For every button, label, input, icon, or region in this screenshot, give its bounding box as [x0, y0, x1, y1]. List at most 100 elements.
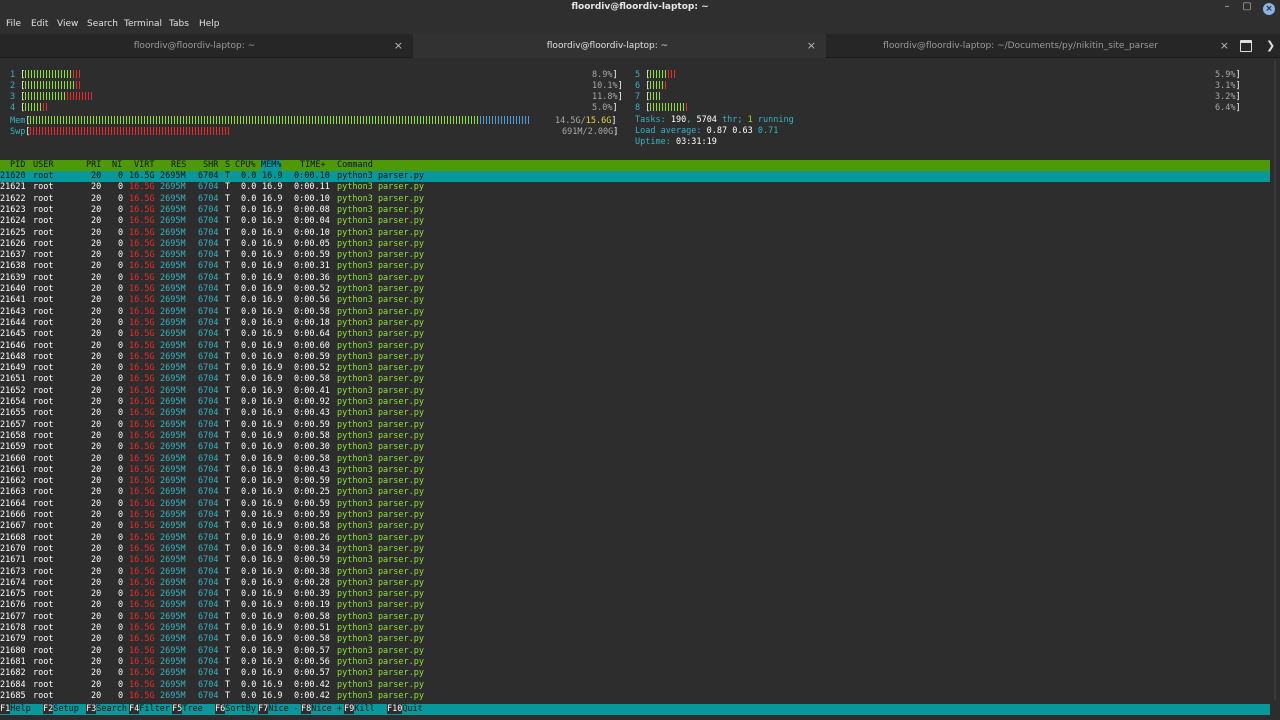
process-row[interactable]: 21640 root 20 0 16.5G 2695M 6704 T 0.0 16.9 0:00.5… — [0, 284, 1270, 295]
pid-cell: 21648 — [0, 351, 26, 362]
process-row[interactable]: 21674 root 20 0 16.5G 2695M 6704 T 0.0 16.9 0:00.2… — [0, 578, 1270, 589]
col-ni[interactable]: NI — [112, 160, 122, 171]
col-pid[interactable]: PID — [10, 160, 25, 171]
col-virt[interactable]: VIRT — [134, 160, 154, 171]
process-row[interactable]: 21658 root 20 0 16.5G 2695M 6704 T 0.0 16.9 0:00.5… — [0, 431, 1270, 442]
process-row[interactable]: 21638 root 20 0 16.5G 2695M 6704 T 0.0 16.9 0:00.3… — [0, 261, 1270, 272]
process-row[interactable]: 21670 root 20 0 16.5G 2695M 6704 T 0.0 16.9 0:00.3… — [0, 544, 1270, 555]
menu-file[interactable]: File — [6, 19, 21, 29]
tab-parser[interactable]: floordiv@floordiv-laptop: ~/Documents/py… — [826, 34, 1239, 58]
process-row[interactable]: 21671 root 20 0 16.5G 2695M 6704 T 0.0 16.9 0:00.5… — [0, 555, 1270, 566]
process-row[interactable]: 21668 root 20 0 16.5G 2695M 6704 T 0.0 16.9 0:00.2… — [0, 533, 1270, 544]
cpu-bar-user — [650, 81, 666, 89]
process-row[interactable]: 21622 root 20 0 16.5G 2695M 6704 T 0.0 16.9 0:00.1… — [0, 194, 1270, 205]
tab-home-2[interactable]: floordiv@floordiv-laptop: ~ × — [413, 34, 826, 58]
cpu-meter: 3 [ — [10, 92, 95, 102]
process-row[interactable]: 21641 root 20 0 16.5G 2695M 6704 T 0.0 16.9 0:00.5… — [0, 295, 1270, 306]
fkey-kill[interactable]: F9Kill — [344, 704, 375, 715]
process-row[interactable]: 21646 root 20 0 16.5G 2695M 6704 T 0.0 16.9 0:00.6… — [0, 341, 1270, 352]
process-row[interactable]: 21677 root 20 0 16.5G 2695M 6704 T 0.0 16.9 0:00.5… — [0, 612, 1270, 623]
process-row[interactable]: 21675 root 20 0 16.5G 2695M 6704 T 0.0 16.9 0:00.3… — [0, 589, 1270, 600]
menu-view[interactable]: View — [57, 19, 78, 29]
process-row[interactable]: 21681 root 20 0 16.5G 2695M 6704 T 0.0 16.9 0:00.5… — [0, 657, 1270, 668]
new-tab-icon[interactable] — [1240, 40, 1252, 52]
col-time[interactable]: TIME+ — [300, 160, 326, 171]
process-row[interactable]: 21621 root 20 0 16.5G 2695M 6704 T 0.0 16.9 0:00.1… — [0, 182, 1270, 193]
process-row[interactable]: 21626 root 20 0 16.5G 2695M 6704 T 0.0 16.9 0:00.0… — [0, 239, 1270, 250]
process-row[interactable]: 21679 root 20 0 16.5G 2695M 6704 T 0.0 16.9 0:00.5… — [0, 634, 1270, 645]
process-row[interactable]: 21645 root 20 0 16.5G 2695M 6704 T 0.0 16.9 0:00.6… — [0, 329, 1270, 340]
menu-tabs[interactable]: Tabs — [169, 19, 189, 29]
col-pri[interactable]: PRI — [86, 160, 101, 171]
col-mem-sorted[interactable]: MEM% — [261, 160, 282, 172]
priority-cell: 20 — [91, 363, 102, 374]
process-row[interactable]: 21661 root 20 0 16.5G 2695M 6704 T 0.0 16.9 0:00.4… — [0, 465, 1270, 476]
process-row[interactable]: 21648 root 20 0 16.5G 2695M 6704 T 0.0 16.9 0:00.5… — [0, 352, 1270, 363]
process-row[interactable]: 21685 root 20 0 16.5G 2695M 6704 T 0.0 16.9 0:00.4… — [0, 691, 1270, 702]
menu-help[interactable]: Help — [199, 19, 220, 29]
process-row[interactable]: 21682 root 20 0 16.5G 2695M 6704 T 0.0 16.9 0:00.5… — [0, 668, 1270, 679]
cpu-bar-kernel — [668, 70, 678, 78]
process-row[interactable]: 21659 root 20 0 16.5G 2695M 6704 T 0.0 16.9 0:00.3… — [0, 442, 1270, 453]
col-state[interactable]: S — [225, 160, 230, 171]
col-res[interactable]: RES — [171, 160, 186, 171]
process-row[interactable]: 21625 root 20 0 16.5G 2695M 6704 T 0.0 16.9 0:00.1… — [0, 228, 1270, 239]
scrollbar[interactable] — [1272, 60, 1278, 700]
process-row[interactable]: 21667 root 20 0 16.5G 2695M 6704 T 0.0 16.9 0:00.5… — [0, 521, 1270, 532]
fkey-setup[interactable]: F2Setup — [43, 704, 79, 715]
close-window-icon[interactable]: × — [1263, 3, 1275, 15]
fkey-search[interactable]: F3Search — [86, 704, 127, 715]
process-row[interactable]: 21652 root 20 0 16.5G 2695M 6704 T 0.0 16.9 0:00.4… — [0, 386, 1270, 397]
tab-menu-icon[interactable]: ❯ — [1266, 39, 1275, 52]
process-row[interactable]: 21624 root 20 0 16.5G 2695M 6704 T 0.0 16.9 0:00.0… — [0, 216, 1270, 227]
process-row[interactable]: 21660 root 20 0 16.5G 2695M 6704 T 0.0 16.9 0:00.5… — [0, 454, 1270, 465]
process-row[interactable]: 21684 root 20 0 16.5G 2695M 6704 T 0.0 16.9 0:00.4… — [0, 680, 1270, 691]
col-user[interactable]: USER — [33, 160, 53, 171]
process-row[interactable]: 21655 root 20 0 16.5G 2695M 6704 T 0.0 16.9 0:00.4… — [0, 408, 1270, 419]
process-row[interactable]: 21666 root 20 0 16.5G 2695M 6704 T 0.0 16.9 0:00.5… — [0, 510, 1270, 521]
fkey-quit[interactable]: F10Quit — [387, 704, 423, 715]
process-row[interactable]: 21654 root 20 0 16.5G 2695M 6704 T 0.0 16.9 0:00.9… — [0, 397, 1270, 408]
col-shr[interactable]: SHR — [203, 160, 218, 171]
col-command[interactable]: Command — [337, 160, 373, 171]
tab-close-icon[interactable]: × — [1220, 39, 1229, 52]
fkey-nice[interactable]: F7Nice - — [258, 704, 299, 715]
col-cpu[interactable]: CPU% — [235, 160, 255, 171]
swap-label: Swp — [10, 127, 26, 137]
terminal-area[interactable]: Mem[ 14.5G/15.6G] Swp[ 691M/2.00G] Tasks… — [0, 58, 1280, 720]
fkey-nice[interactable]: F8Nice + — [301, 704, 342, 715]
process-row[interactable]: 21657 root 20 0 16.5G 2695M 6704 T 0.0 16.9 0:00.5… — [0, 420, 1270, 431]
process-row[interactable]: 21649 root 20 0 16.5G 2695M 6704 T 0.0 16.9 0:00.5… — [0, 363, 1270, 374]
tab-home-1[interactable]: floordiv@floordiv-laptop: ~ × — [0, 34, 413, 58]
process-row-selected[interactable]: 21620 root 20 0 16.5G 2695M 6704 T 0.0 16.9 0:00.1… — [0, 171, 1270, 183]
process-row[interactable]: 21639 root 20 0 16.5G 2695M 6704 T 0.0 16.9 0:00.3… — [0, 273, 1270, 284]
menu-edit[interactable]: Edit — [31, 19, 48, 29]
window-titlebar[interactable]: floordiv@floordiv-laptop: ~ – ▢ × — [0, 0, 1280, 17]
tab-close-icon[interactable]: × — [807, 39, 816, 52]
process-row[interactable]: 21673 root 20 0 16.5G 2695M 6704 T 0.0 16.9 0:00.3… — [0, 567, 1270, 578]
fkey-filter[interactable]: F4Filter — [129, 704, 170, 715]
process-row[interactable]: 21676 root 20 0 16.5G 2695M 6704 T 0.0 16.9 0:00.1… — [0, 600, 1270, 611]
res-cell: 2695M — [160, 193, 186, 204]
process-row[interactable]: 21664 root 20 0 16.5G 2695M 6704 T 0.0 16.9 0:00.5… — [0, 499, 1270, 510]
virt-cell: 16.5G — [129, 193, 155, 204]
process-row[interactable]: 21663 root 20 0 16.5G 2695M 6704 T 0.0 16.9 0:00.2… — [0, 487, 1270, 498]
process-row[interactable]: 21643 root 20 0 16.5G 2695M 6704 T 0.0 16.9 0:00.5… — [0, 307, 1270, 318]
fkey-tree[interactable]: F5Tree — [172, 704, 203, 715]
process-row[interactable]: 21637 root 20 0 16.5G 2695M 6704 T 0.0 16.9 0:00.5… — [0, 250, 1270, 261]
menu-search[interactable]: Search — [87, 19, 118, 29]
maximize-icon[interactable]: ▢ — [1240, 1, 1254, 12]
minimize-icon[interactable]: – — [1220, 1, 1234, 12]
process-row[interactable]: 21651 root 20 0 16.5G 2695M 6704 T 0.0 16.9 0:00.5… — [0, 374, 1270, 385]
menu-terminal[interactable]: Terminal — [124, 19, 162, 29]
process-row[interactable]: 21678 root 20 0 16.5G 2695M 6704 T 0.0 16.9 0:00.5… — [0, 623, 1270, 634]
fkey-help[interactable]: F1Help — [0, 704, 31, 715]
process-row[interactable]: 21623 root 20 0 16.5G 2695M 6704 T 0.0 16.9 0:00.0… — [0, 205, 1270, 216]
process-row[interactable]: 21680 root 20 0 16.5G 2695M 6704 T 0.0 16.9 0:00.5… — [0, 646, 1270, 657]
res-cell: 2695M — [160, 634, 186, 645]
tab-close-icon[interactable]: × — [394, 39, 403, 52]
process-row[interactable]: 21662 root 20 0 16.5G 2695M 6704 T 0.0 16.9 0:00.5… — [0, 476, 1270, 487]
process-row[interactable]: 21644 root 20 0 16.5G 2695M 6704 T 0.0 16.9 0:00.1… — [0, 318, 1270, 329]
fkey-sortby[interactable]: F6SortBy — [215, 704, 256, 715]
mem-percent-cell: 16.9 — [262, 238, 283, 249]
